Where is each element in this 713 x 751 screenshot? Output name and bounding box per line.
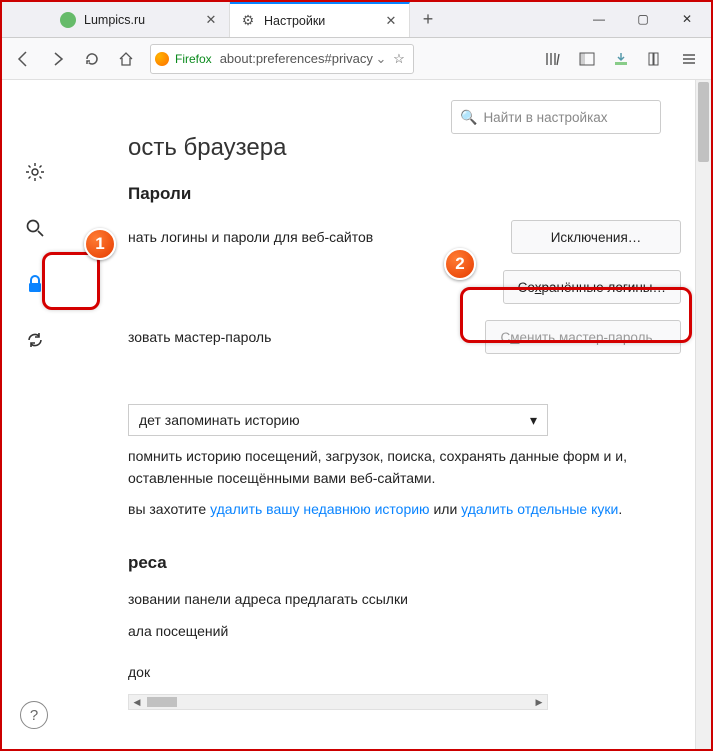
scroll-left-arrow[interactable]: ◀ <box>129 695 145 709</box>
back-button[interactable] <box>8 43 40 75</box>
bookmark-star-icon[interactable]: ☆ <box>389 51 409 67</box>
urlbar-identity-label: Firefox <box>175 52 212 66</box>
urlbar-text: about:preferences#privacy <box>220 51 373 66</box>
search-icon: 🔍 <box>460 109 477 126</box>
page-title: ость браузера <box>128 134 681 162</box>
window-minimize-button[interactable]: — <box>577 4 621 34</box>
reload-button[interactable] <box>76 43 108 75</box>
scroll-right-arrow[interactable]: ▶ <box>531 695 547 709</box>
help-button[interactable]: ? <box>20 701 48 729</box>
url-bar[interactable]: Firefox about:preferences#privacy ⌄ ☆ <box>150 44 414 74</box>
gear-icon <box>25 162 45 182</box>
app-menu-button[interactable] <box>673 43 705 75</box>
sidebar-icon <box>579 51 595 67</box>
bookmarks-menu-button[interactable] <box>639 43 671 75</box>
gear-icon: ⚙ <box>240 13 256 29</box>
books-icon <box>647 51 663 67</box>
tab-title: Настройки <box>264 14 383 28</box>
urlbar-dropdown-icon[interactable]: ⌄ <box>373 51 389 67</box>
window-controls: — ▢ ✕ <box>577 4 709 34</box>
library-button[interactable] <box>537 43 569 75</box>
sidebar-toggle-button[interactable] <box>571 43 603 75</box>
tab-title: Lumpics.ru <box>84 13 203 27</box>
addressbar-section-title: реса <box>128 553 681 573</box>
reload-icon <box>84 51 100 67</box>
horizontal-scrollbar[interactable]: ◀ ▶ <box>128 694 548 710</box>
use-master-password-label: зовать мастер-пароль <box>128 329 485 345</box>
close-tab-icon[interactable]: ✕ <box>383 13 399 29</box>
prefs-search-placeholder: Найти в настройках <box>483 110 607 125</box>
window-close-button[interactable]: ✕ <box>665 4 709 34</box>
search-icon <box>25 218 45 238</box>
history-description-2: вы захотите удалить вашу недавнюю истори… <box>128 499 681 521</box>
clear-recent-history-link[interactable]: удалить вашу недавнюю историю <box>210 501 429 517</box>
home-icon <box>118 51 134 67</box>
browser-tab-lumpics[interactable]: Lumpics.ru ✕ <box>50 2 230 37</box>
window-maximize-button[interactable]: ▢ <box>621 4 665 34</box>
question-mark-icon: ? <box>30 707 38 724</box>
category-search[interactable] <box>19 212 51 244</box>
addressbar-bookmarks-label: док <box>128 662 681 684</box>
sync-icon <box>25 330 45 350</box>
browser-tab-settings[interactable]: ⚙ Настройки ✕ <box>230 2 410 37</box>
scroll-thumb[interactable] <box>698 82 709 162</box>
category-sync[interactable] <box>19 324 51 356</box>
chevron-down-icon: ▾ <box>530 412 537 429</box>
forward-arrow-icon <box>50 51 66 67</box>
exceptions-button[interactable]: Исключения… <box>511 220 681 254</box>
addressbar-suggest-label: зовании панели адреса предлагать ссылки <box>128 589 681 611</box>
nav-toolbar: Firefox about:preferences#privacy ⌄ ☆ <box>2 38 711 80</box>
category-privacy[interactable] <box>19 268 51 300</box>
download-icon <box>613 51 629 67</box>
close-tab-icon[interactable]: ✕ <box>203 12 219 28</box>
logins-section-title: Пароли <box>128 184 681 204</box>
back-arrow-icon <box>15 50 33 68</box>
history-mode-value: дет запоминать историю <box>139 412 300 428</box>
hamburger-icon <box>681 51 697 67</box>
favicon-lumpics <box>60 12 76 28</box>
vertical-scrollbar[interactable] <box>695 80 711 749</box>
library-icon <box>544 50 562 68</box>
remember-logins-label: нать логины и пароли для веб-сайтов <box>128 229 511 245</box>
annotation-badge-2: 2 <box>444 248 476 280</box>
category-general[interactable] <box>19 156 51 188</box>
annotation-badge-1: 1 <box>84 228 116 260</box>
remove-cookies-link[interactable]: удалить отдельные куки <box>461 501 618 517</box>
lock-icon <box>25 274 45 294</box>
saved-logins-button[interactable]: Сохранённые логины… <box>503 270 681 304</box>
addressbar-history-label: ала посещений <box>128 621 681 643</box>
home-button[interactable] <box>110 43 142 75</box>
prefs-search-box[interactable]: 🔍 Найти в настройках <box>451 100 661 134</box>
scroll-thumb[interactable] <box>147 697 177 707</box>
forward-button[interactable] <box>42 43 74 75</box>
download-indicator[interactable] <box>605 43 637 75</box>
change-master-password-button[interactable]: Сменить мастер-пароль… <box>485 320 681 354</box>
firefox-logo-icon <box>155 52 169 66</box>
prefs-category-sidebar: ? <box>2 80 68 749</box>
history-mode-select[interactable]: дет запоминать историю ▾ <box>128 404 548 436</box>
new-tab-button[interactable]: + <box>410 2 446 37</box>
history-description-1: помнить историю посещений, загрузок, пои… <box>128 446 681 489</box>
